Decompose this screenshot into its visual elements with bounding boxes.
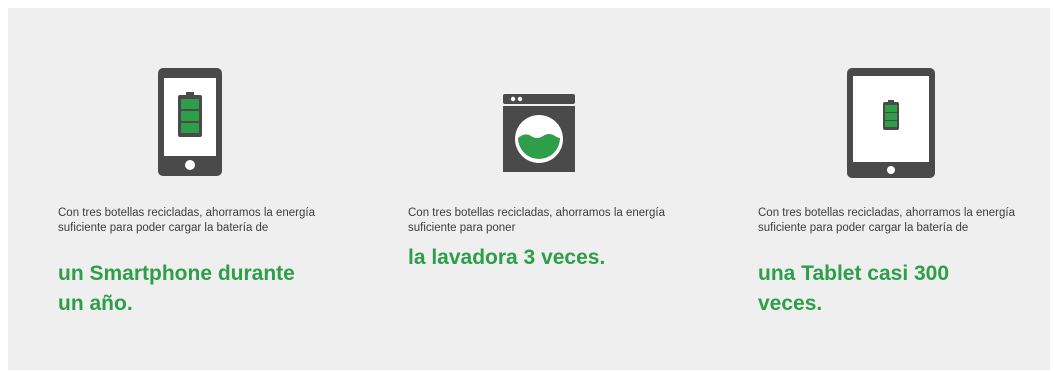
benefit-tablet: Con tres botellas recicladas, ahorramos …	[758, 8, 1038, 370]
smartphone-battery-icon	[58, 8, 338, 198]
benefit-description: Con tres botellas recicladas, ahorramos …	[408, 207, 665, 234]
benefit-highlight: una Tablet casi 300 veces.	[758, 262, 950, 315]
benefit-description: Con tres botellas recicladas, ahorramos …	[58, 207, 315, 234]
benefit-smartphone: Con tres botellas recicladas, ahorramos …	[58, 8, 338, 370]
recycling-benefits-panel: Con tres botellas recicladas, ahorramos …	[8, 8, 1050, 370]
benefit-highlight: la lavadora 3 veces.	[408, 246, 606, 269]
tablet-battery-icon	[758, 8, 1038, 198]
benefit-description: Con tres botellas recicladas, ahorramos …	[758, 207, 1015, 234]
benefit-washing-machine: Con tres botellas recicladas, ahorramos …	[408, 8, 688, 370]
washing-machine-icon	[408, 8, 688, 198]
benefit-highlight: un Smartphone durante un año.	[58, 262, 295, 315]
